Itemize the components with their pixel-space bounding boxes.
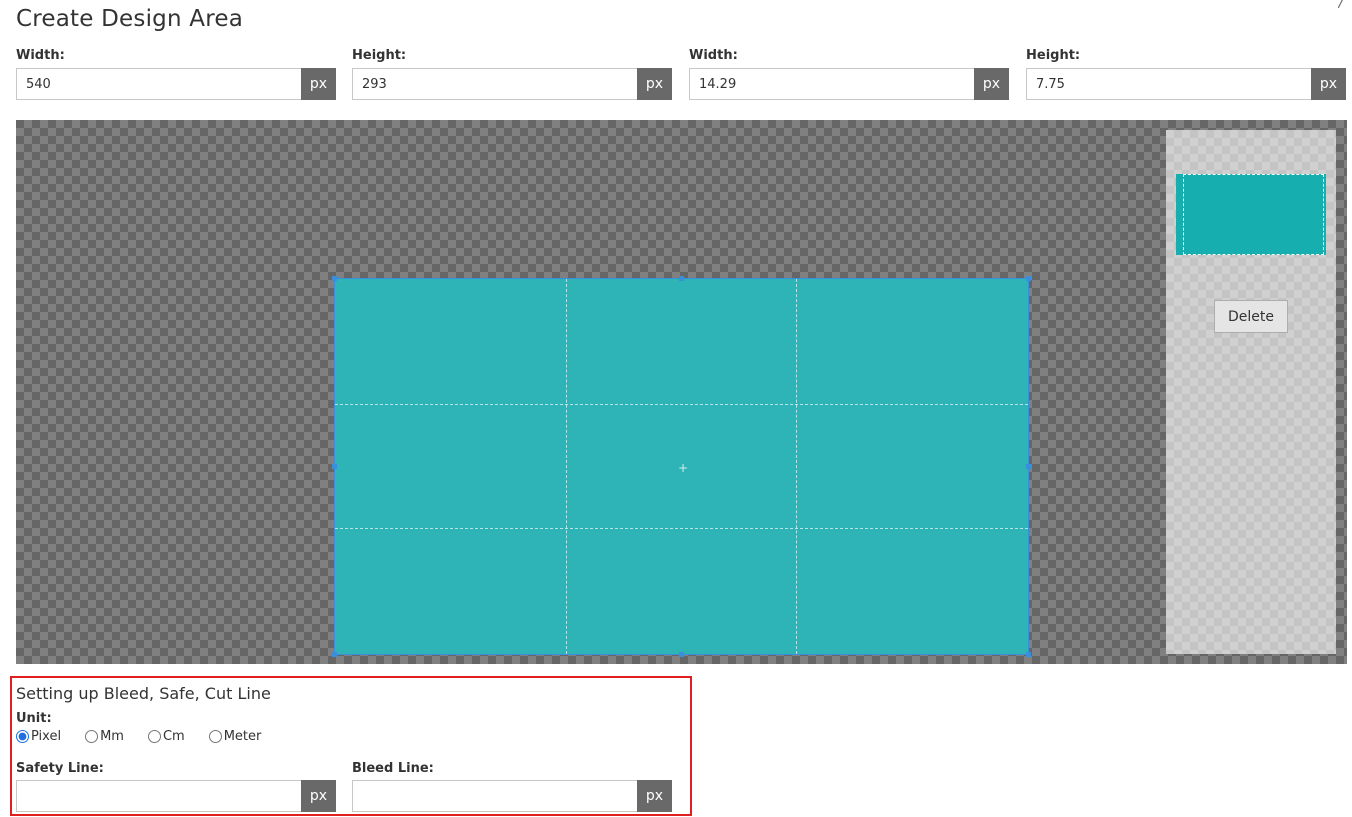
- unit-radio-meter[interactable]: [208, 730, 222, 743]
- resize-handle-bottom[interactable]: [679, 652, 684, 657]
- delete-button[interactable]: Delete: [1214, 300, 1288, 333]
- height-physical-input[interactable]: [1026, 68, 1311, 100]
- width-physical-label: Width:: [689, 48, 738, 63]
- width-physical-unit: px: [974, 68, 1009, 100]
- resize-handle-bottom-right[interactable]: [1026, 652, 1031, 657]
- resize-handle-left[interactable]: [332, 464, 337, 469]
- safety-line-input[interactable]: [16, 780, 301, 812]
- design-area[interactable]: +: [332, 276, 1031, 657]
- design-area-list-panel: Delete: [1166, 130, 1336, 654]
- design-canvas[interactable]: + Delete: [16, 120, 1347, 664]
- bleed-section-title: Setting up Bleed, Safe, Cut Line: [16, 684, 271, 703]
- bleed-line-label: Bleed Line:: [352, 761, 434, 776]
- close-icon[interactable]: ╱: [1338, 0, 1352, 8]
- unit-option-cm[interactable]: Cm: [147, 729, 185, 744]
- width-px-unit: px: [301, 68, 336, 100]
- bleed-line-field: Bleed Line: px: [352, 760, 672, 812]
- safety-line-unit: px: [301, 780, 336, 812]
- unit-option-label: Pixel: [31, 729, 62, 744]
- height-physical-unit: px: [1311, 68, 1346, 100]
- safety-line-field: Safety Line: px: [16, 760, 336, 812]
- unit-label: Unit:: [16, 711, 52, 726]
- unit-option-label: Mm: [100, 729, 124, 744]
- width-physical-field: Width: px: [689, 46, 1009, 100]
- crosshair-icon: +: [678, 461, 689, 475]
- height-physical-label: Height:: [1026, 48, 1081, 63]
- width-px-field: Width: px: [16, 46, 336, 100]
- design-area-thumbnail[interactable]: [1176, 174, 1326, 255]
- bleed-line-input[interactable]: [352, 780, 637, 812]
- resize-handle-top[interactable]: [679, 276, 684, 281]
- grid-line-h1: [335, 404, 1028, 405]
- resize-handle-top-left[interactable]: [332, 276, 337, 281]
- height-px-label: Height:: [352, 48, 407, 63]
- grid-line-h2: [335, 528, 1028, 529]
- unit-radio-cm[interactable]: [147, 730, 161, 743]
- bleed-settings-section: Setting up Bleed, Safe, Cut Line Unit: P…: [10, 676, 692, 816]
- unit-option-meter[interactable]: Meter: [208, 729, 262, 744]
- bleed-line-unit: px: [637, 780, 672, 812]
- resize-handle-top-right[interactable]: [1026, 276, 1031, 281]
- unit-option-mm[interactable]: Mm: [85, 729, 124, 744]
- height-px-input[interactable]: [352, 68, 637, 100]
- resize-handle-bottom-left[interactable]: [332, 652, 337, 657]
- unit-radio-group: Pixel Mm Cm Meter: [16, 729, 285, 744]
- height-px-unit: px: [637, 68, 672, 100]
- width-physical-input[interactable]: [689, 68, 974, 100]
- grid-line-v1: [566, 279, 567, 654]
- height-px-field: Height: px: [352, 46, 672, 100]
- height-physical-field: Height: px: [1026, 46, 1346, 100]
- unit-option-label: Cm: [162, 729, 185, 744]
- unit-option-label: Meter: [223, 729, 262, 744]
- unit-radio-pixel[interactable]: [16, 730, 29, 743]
- safety-line-label: Safety Line:: [16, 761, 104, 776]
- thumbnail-safe-line: [1183, 174, 1324, 255]
- width-px-input[interactable]: [16, 68, 301, 100]
- unit-option-pixel[interactable]: Pixel: [16, 729, 61, 744]
- grid-line-v2: [796, 279, 797, 654]
- resize-handle-right[interactable]: [1026, 464, 1031, 469]
- unit-radio-mm[interactable]: [85, 730, 99, 743]
- dialog-title: Create Design Area: [16, 6, 243, 32]
- width-px-label: Width:: [16, 48, 65, 63]
